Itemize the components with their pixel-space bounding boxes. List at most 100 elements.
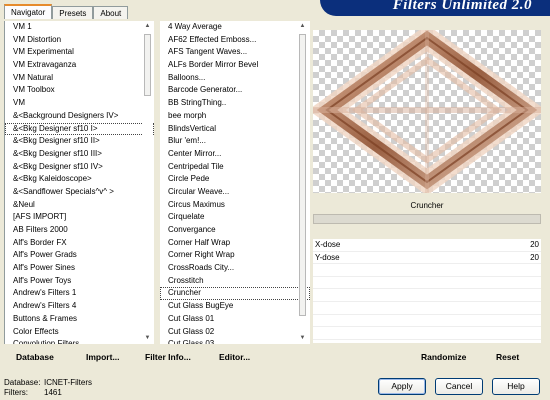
category-item[interactable]: VM Extravaganza [5, 59, 154, 72]
scroll-thumb[interactable] [144, 34, 151, 96]
category-item[interactable]: VM 1 [5, 21, 154, 34]
app-banner: Filters Unlimited 2.0 [320, 0, 550, 16]
empty-parameter-row [313, 289, 541, 302]
category-item[interactable]: Alf's Power Toys [5, 275, 154, 288]
filter-item[interactable]: BB StringThing.. [160, 97, 310, 110]
filter-item[interactable]: CrossRoads City... [160, 262, 310, 275]
category-item[interactable]: &<Sandflower Specials^v^ > [5, 186, 154, 199]
category-list[interactable]: VM 1 VM Distortion VM Experimental VM Extra… [4, 21, 154, 344]
database-info: Database: ICNET-Filters Filters: 1461 [4, 378, 92, 398]
filter-item[interactable]: Cut Glass 01 [160, 313, 310, 326]
database-value: ICNET-Filters [44, 378, 92, 387]
category-item[interactable]: VM Toolbox [5, 84, 154, 97]
filter-item[interactable]: 4 Way Average [160, 21, 310, 34]
filter-item[interactable]: Cut Glass BugEye [160, 300, 310, 313]
tab-about[interactable]: About [93, 6, 129, 19]
category-item[interactable]: Convolution Filters [5, 338, 154, 344]
category-item[interactable]: Alf's Border FX [5, 237, 154, 250]
category-item[interactable]: &<Bkg Designer sf10 IV> [5, 161, 154, 174]
category-item[interactable]: &<Bkg Designer sf10 III> [5, 148, 154, 161]
tab-presets[interactable]: Presets [52, 6, 94, 19]
filter-item[interactable]: ALFs Border Mirror Bevel [160, 59, 310, 72]
category-scrollbar[interactable]: ▲ ▼ [143, 22, 152, 343]
filter-item[interactable]: Circle Pede [160, 173, 310, 186]
filter-item[interactable]: Convergance [160, 224, 310, 237]
tab-strip: Navigator Presets About [4, 4, 129, 19]
parameter-value[interactable]: 20 [530, 252, 539, 264]
category-item[interactable]: VM Natural [5, 72, 154, 85]
empty-parameter-row [313, 277, 541, 290]
category-item[interactable]: VM Experimental [5, 46, 154, 59]
randomize-button[interactable]: Randomize [421, 348, 466, 366]
filter-item[interactable]: AF62 Effected Emboss... [160, 34, 310, 47]
filter-item[interactable]: Center Mirror... [160, 148, 310, 161]
filter-item[interactable]: AFS Tangent Waves... [160, 46, 310, 59]
filter-progress-bar [313, 214, 541, 224]
scroll-up-icon[interactable]: ▲ [143, 22, 152, 31]
filter-scrollbar[interactable]: ▲ ▼ [298, 22, 307, 343]
category-item[interactable]: [AFS IMPORT] [5, 211, 154, 224]
category-item[interactable]: Alf's Power Grads [5, 249, 154, 262]
filter-item[interactable]: Blur 'em!... [160, 135, 310, 148]
editor-button[interactable]: Editor... [219, 348, 250, 366]
parameter-list[interactable]: X-dose 20 Y-dose 20 [313, 239, 541, 343]
scroll-down-icon[interactable]: ▼ [298, 334, 307, 343]
parameter-value[interactable]: 20 [530, 239, 539, 251]
database-label: Database: [4, 378, 41, 387]
empty-parameter-row [313, 264, 541, 277]
parameter-label: Y-dose [315, 252, 340, 262]
database-button[interactable]: Database [16, 348, 54, 366]
category-item[interactable]: VM [5, 97, 154, 110]
banner-title: Filters Unlimited 2.0 [392, 0, 532, 13]
filter-item[interactable]: Cut Glass 03 [160, 338, 310, 344]
category-item[interactable]: VM Distortion [5, 34, 154, 47]
filters-count-value: 1461 [44, 388, 62, 397]
category-item[interactable]: &<Bkg Designer sf10 I> [5, 122, 154, 136]
category-item[interactable]: Buttons & Frames [5, 313, 154, 326]
category-item[interactable]: Alf's Power Sines [5, 262, 154, 275]
scroll-up-icon[interactable]: ▲ [298, 22, 307, 31]
reset-button[interactable]: Reset [496, 348, 519, 366]
category-item[interactable]: Color Effects [5, 326, 154, 339]
empty-parameter-row [313, 302, 541, 315]
filter-item[interactable]: Balloons... [160, 72, 310, 85]
filter-item[interactable]: Corner Half Wrap [160, 237, 310, 250]
parameter-row[interactable]: Y-dose 20 [313, 252, 541, 265]
filter-item[interactable]: Cirquelate [160, 211, 310, 224]
category-item[interactable]: &<Bkg Kaleidoscope> [5, 173, 154, 186]
apply-button[interactable]: Apply [378, 378, 426, 395]
cancel-button[interactable]: Cancel [435, 378, 483, 395]
parameter-row[interactable]: X-dose 20 [313, 239, 541, 252]
filter-item[interactable]: Corner Right Wrap [160, 249, 310, 262]
filter-item[interactable]: Circus Maximus [160, 199, 310, 212]
filters-count-label: Filters: [4, 388, 28, 397]
preview-image [308, 24, 546, 196]
category-item[interactable]: Andrew's Filters 4 [5, 300, 154, 313]
filter-item[interactable]: bee morph [160, 110, 310, 123]
filter-list[interactable]: 4 Way Average AF62 Effected Emboss... AFS … [160, 21, 310, 344]
tab-navigator[interactable]: Navigator [4, 4, 53, 19]
selected-filter-name: Cruncher [410, 201, 444, 210]
left-button-bar: Database Import... Filter Info... Editor… [0, 348, 310, 366]
category-item[interactable]: Andrew's Filters 1 [5, 287, 154, 300]
filter-item[interactable]: Centripedal Tile [160, 161, 310, 174]
filter-item[interactable]: BlindsVertical [160, 123, 310, 136]
right-button-bar: Randomize Reset [313, 348, 543, 366]
category-item[interactable]: &<Bkg Designer sf10 II> [5, 135, 154, 148]
scroll-down-icon[interactable]: ▼ [143, 334, 152, 343]
category-item[interactable]: &Neul [5, 199, 154, 212]
help-button[interactable]: Help [492, 378, 540, 395]
filter-item[interactable]: Circular Weave... [160, 186, 310, 199]
filter-item[interactable]: Cut Glass 02 [160, 326, 310, 339]
empty-parameter-row [313, 315, 541, 328]
filter-item[interactable]: Crosstitch [160, 275, 310, 288]
filter-item[interactable]: Cruncher [160, 287, 310, 301]
filter-item[interactable]: Barcode Generator... [160, 84, 310, 97]
preview-diamond-graphic [308, 24, 546, 196]
category-item[interactable]: AB Filters 2000 [5, 224, 154, 237]
parameter-label: X-dose [315, 240, 341, 249]
category-item[interactable]: &<Background Designers IV> [5, 110, 154, 123]
scroll-thumb[interactable] [299, 34, 306, 316]
filter-info-button[interactable]: Filter Info... [145, 348, 191, 366]
import-button[interactable]: Import... [86, 348, 120, 366]
